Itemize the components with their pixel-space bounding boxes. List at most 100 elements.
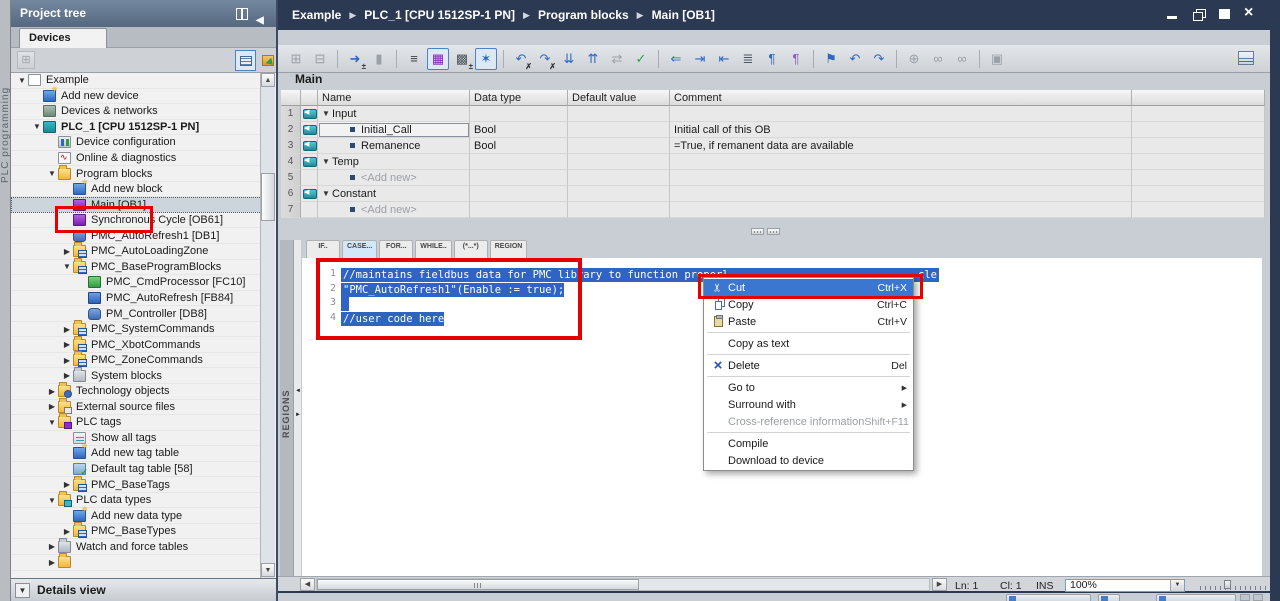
comment-cell[interactable] [670,154,1132,170]
tree-item-add-new-device[interactable]: Add new device [11,89,262,105]
tree-expander-icon[interactable]: ▼ [47,169,57,178]
compile-icon[interactable]: ✓ [630,48,652,70]
zoom-slider-handle[interactable] [1224,580,1231,589]
datatype-cell[interactable]: Bool [470,122,568,138]
menu-item-copy-as-text[interactable]: Copy as text [704,335,913,352]
tree-item-pmc-xbotcommands[interactable]: ▶PMC_XbotCommands [11,337,262,353]
hscroll-track[interactable] [316,578,930,591]
comment-cell[interactable] [670,106,1132,122]
table-row[interactable]: 1▼Input [281,106,1265,122]
hscroll-right-button[interactable]: ▶ [932,578,947,591]
snapshot-icon[interactable]: ⇄ [606,48,628,70]
float-panel-icon[interactable] [234,6,248,20]
menu-item-copy[interactable]: CopyCtrl+C [704,296,913,313]
datatype-cell[interactable] [470,170,568,186]
regions-tab[interactable]: REGIONS [281,368,293,438]
upload-changes-icon[interactable]: ⇈ [582,48,604,70]
snippet-tab-for[interactable]: FOR... [379,240,413,258]
hscroll-left-button[interactable]: ◀ [300,578,315,591]
column-header-name[interactable]: Name [318,90,470,106]
datatype-cell[interactable] [470,106,568,122]
dropdown-arrow-icon[interactable]: ▼ [1170,580,1184,591]
default-value-cell[interactable] [568,138,670,154]
absolute-symbolic-icon[interactable]: ▩± [451,48,473,70]
breadcrumb-item[interactable]: PLC_1 [CPU 1512SP-1 PN] [364,8,515,22]
tree-item-main-ob1[interactable]: Main [OB1] [11,197,262,213]
tree-item-watch-and-force-tables[interactable]: ▶Watch and force tables [11,540,262,556]
bottom-tab-partial[interactable] [1098,594,1120,601]
breadcrumb-item[interactable]: Example [292,8,341,22]
snippet-tab-case[interactable]: CASE... [342,240,377,258]
menu-item-go-to[interactable]: Go to▶ [704,379,913,396]
comment-cell[interactable] [670,170,1132,186]
chevron-down-icon[interactable]: ▼ [15,583,30,598]
interface-icon[interactable]: ▦ [427,48,449,70]
protection-icon[interactable]: ▣ [986,48,1008,70]
open-missing-software-button[interactable] [257,50,278,71]
close-button[interactable] [1244,8,1258,21]
tree-expander-icon[interactable]: ▶ [47,402,57,411]
tree-expander-icon[interactable]: ▼ [62,262,72,271]
tree-item-pmc-autoloadingzone[interactable]: ▶PMC_AutoLoadingZone [11,244,262,260]
datatype-cell[interactable] [470,202,568,218]
undo-icon[interactable]: ↶✗ [510,48,532,70]
menu-item-cross-reference-information[interactable]: Cross-reference informationShift+F11 [704,413,913,430]
row-expander-icon[interactable]: ▼ [320,109,332,118]
datatype-cell[interactable] [470,154,568,170]
default-value-cell[interactable] [568,202,670,218]
row-expander-icon[interactable]: ▼ [320,189,332,198]
menu-item-paste[interactable]: PasteCtrl+V [704,313,913,330]
breadcrumb-item[interactable]: Main [OB1] [652,8,715,22]
table-row[interactable]: 6▼Constant [281,186,1265,202]
tree-item-system-blocks[interactable]: ▶System blocks [11,368,262,384]
outline-icon[interactable]: ≡ [403,48,425,70]
scrollbar-thumb[interactable] [261,173,275,221]
name-cell[interactable]: <Add new> [318,202,470,218]
tree-expander-icon[interactable]: ▶ [62,356,72,365]
insert-segment-icon[interactable]: ⇐ [665,48,687,70]
scroll-down-button[interactable]: ▼ [261,563,275,577]
new-item-icon[interactable] [17,51,35,69]
default-value-cell[interactable] [568,106,670,122]
favorites-icon[interactable]: ✶ [475,48,497,70]
tree-item-device-configuration[interactable]: Device configuration [11,135,262,151]
keep-actual-values-icon[interactable]: ▮ [368,48,390,70]
tree-expander-icon[interactable]: ▶ [47,558,57,567]
tree-expander-icon[interactable]: ▼ [47,418,57,427]
comment-off-icon[interactable]: ¶ [785,48,807,70]
tree-item-pmc-baseprogramblocks[interactable]: ▼PMC_BaseProgramBlocks [11,260,262,276]
column-header-data-type[interactable]: Data type [470,90,568,106]
tree-expander-icon[interactable]: ▼ [17,76,27,85]
tree-item-add-new-tag-table[interactable]: Add new tag table [11,446,262,462]
breadcrumb-item[interactable]: Program blocks [538,8,629,22]
fold-handle-icon[interactable]: ◄ [295,388,301,394]
splitter-grip-up[interactable] [751,228,764,235]
tree-item-pmc-basetags[interactable]: ▶PMC_BaseTags [11,477,262,493]
snippet-tab-region[interactable]: REGION [490,240,528,258]
tree-expander-icon[interactable]: ▶ [62,371,72,380]
tree-item-show-all-tags[interactable]: Show all tags [11,431,262,447]
tree-item-pmc-cmdprocessor-fc10[interactable]: PMC_CmdProcessor [FC10] [11,275,262,291]
tree-item-online-diagnostics[interactable]: Online & diagnostics [11,151,262,167]
tree-item-add-new-block[interactable]: Add new block [11,182,262,198]
download-changes-icon[interactable]: ⇊ [558,48,580,70]
scroll-up-button[interactable]: ▲ [261,73,275,87]
tree-item-plc-1-cpu-1512sp-1-pn[interactable]: ▼PLC_1 [CPU 1512SP-1 PN] [11,120,262,136]
name-cell[interactable]: ▼Constant [318,186,470,202]
menu-item-surround-with[interactable]: Surround with▶ [704,396,913,413]
table-row[interactable]: 7<Add new> [281,202,1265,218]
bookmark-add-icon[interactable]: ⚑ [820,48,842,70]
list-view-button[interactable] [235,50,256,71]
tree-expander-icon[interactable]: ▼ [32,122,42,131]
column-header-comment[interactable]: Comment [670,90,1132,106]
monitor-off-icon[interactable]: ∞ [951,48,973,70]
minimize-button[interactable] [1166,8,1180,21]
tree-item-devices-networks[interactable]: Devices & networks [11,104,262,120]
default-value-cell[interactable] [568,122,670,138]
tree-item-add-new-data-type[interactable]: Add new data type [11,508,262,524]
table-row[interactable]: 2Initial_CallBoolInitial call of this OB [281,122,1265,138]
snippet-tab-while[interactable]: WHILE.. [415,240,451,258]
bottom-mini-icon[interactable] [1240,594,1250,601]
split-editor-button[interactable] [1236,49,1256,69]
plc-programming-rail-label[interactable]: PLC programming [0,55,11,215]
